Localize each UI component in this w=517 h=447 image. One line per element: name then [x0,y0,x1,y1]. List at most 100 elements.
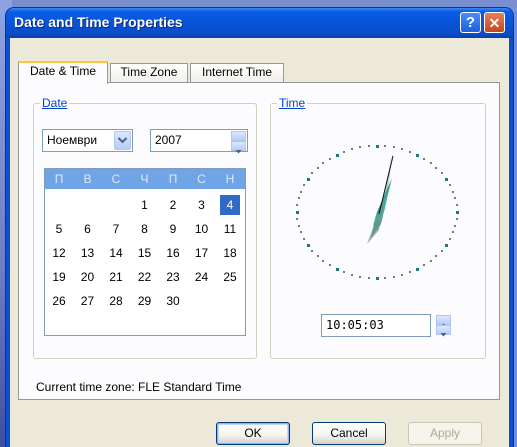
clock-minute-mark [455,204,458,207]
clock-hour-mark [306,244,310,247]
title-bar[interactable]: Date and Time Properties ? ✕ [6,8,513,38]
calendar-weekday-header: ПВСЧПСН [45,169,245,189]
clock-minute-mark [435,166,438,169]
month-dropdown-button[interactable] [114,131,131,150]
clock-minute-mark [302,237,305,240]
year-down-button[interactable] [231,141,246,154]
clock-minute-mark [296,217,299,220]
calendar-day[interactable]: 6 [78,219,98,239]
calendar-grid[interactable]: ПВСЧПСН 1 2 3 4 5 6 7 8 9 10 11 12 13 14 15 16 17 18 19 20 2… [44,168,246,336]
calendar-day[interactable]: 26 [49,291,69,311]
weekday-header: С [111,172,121,186]
calendar-day[interactable]: 5 [49,219,69,239]
time-up-button[interactable] [436,315,451,327]
weekday-header: Ч [140,172,149,186]
arrow-down-icon [235,150,242,154]
analog-clock [293,142,461,282]
calendar-day[interactable]: 21 [106,267,126,287]
calendar-day[interactable]: 17 [192,243,212,263]
time-down-button[interactable] [436,325,451,337]
ok-button[interactable]: OK [216,422,290,445]
clock-hour-mark [416,268,419,272]
calendar-day[interactable]: 23 [163,267,183,287]
date-group-label: Date [40,96,70,110]
arrow-down-icon [440,333,447,337]
clock-minute-mark [455,217,458,220]
calendar-day[interactable]: 27 [78,291,98,311]
month-value: Ноември [47,133,98,147]
clock-minute-mark [316,255,319,258]
clock-minute-mark [297,197,300,200]
calendar-day[interactable]: 28 [106,291,126,311]
clock-minute-mark [316,166,319,169]
calendar-day[interactable]: 15 [135,243,155,263]
clock-minute-mark [367,145,370,148]
clock-hour-mark [445,244,449,247]
clock-hour-mark [445,178,449,181]
clock-minute-mark [440,249,443,252]
calendar-day[interactable]: 24 [192,267,212,287]
clock-minute-mark [452,231,455,234]
clock-hour-mark [376,145,379,148]
clock-minute-mark [408,150,411,153]
calendar-day[interactable]: 20 [78,267,98,287]
help-button[interactable]: ? [460,12,481,33]
current-timezone-label: Current time zone: FLE Standard Time [36,380,242,394]
date-group: Date Ноември 2007 П В С Ч П С Н 1 2 3 4 … [33,96,257,359]
clock-minute-mark [408,271,411,274]
year-stepper[interactable]: 2007 [150,129,248,154]
time-input[interactable]: 10:05:03 [321,314,431,337]
clock-minute-mark [435,255,438,258]
tab-time-zone[interactable]: Time Zone [110,63,188,82]
calendar-day[interactable]: 1 [135,195,155,215]
tab-date-time[interactable]: Date & Time [18,61,108,84]
calendar-day[interactable]: 7 [106,219,126,239]
calendar-day[interactable]: 22 [135,267,155,287]
year-up-button[interactable] [231,131,246,144]
weekday-header: П [54,172,64,186]
calendar-day[interactable]: 13 [78,243,98,263]
calendar-day[interactable]: 18 [220,243,240,263]
calendar-day[interactable]: 9 [163,219,183,239]
clock-minute-mark [322,161,325,164]
clock-minute-mark [351,148,354,151]
clock-minute-mark [454,224,457,227]
calendar-day[interactable]: 8 [135,219,155,239]
time-group: Time 10:05:03 [270,96,486,359]
clock-minute-mark [440,172,443,175]
calendar-day[interactable]: 16 [163,243,183,263]
clock-minute-mark [296,204,299,207]
clock-minute-mark [297,224,300,227]
calendar-day[interactable]: 14 [106,243,126,263]
calendar-day[interactable]: 25 [220,267,240,287]
cancel-button[interactable]: Cancel [312,422,386,445]
calendar-day[interactable]: 3 [192,195,212,215]
weekday-header: С [197,172,206,186]
clock-hour-mark [416,153,419,157]
clock-minute-mark [384,276,387,279]
calendar-day[interactable]: 19 [49,267,69,287]
clock-minute-mark [423,157,426,160]
time-stepper[interactable] [435,314,452,337]
month-dropdown[interactable]: Ноември [42,129,133,152]
tab-internet-time[interactable]: Internet Time [190,63,284,82]
clock-minute-mark [359,275,362,278]
clock-minute-mark [454,197,457,200]
clock-minute-mark [449,184,452,187]
dialog-body: Date & Time Time Zone Internet Time Date… [10,38,509,447]
calendar-day[interactable]: 10 [192,219,212,239]
calendar-day-selected[interactable]: 4 [220,195,240,215]
calendar-day[interactable]: 12 [49,243,69,263]
clock-minute-mark [351,273,354,276]
calendar-day[interactable]: 2 [163,195,183,215]
calendar-day[interactable]: 29 [135,291,155,311]
clock-minute-mark [384,145,387,148]
clock-minute-mark [299,190,302,193]
apply-button[interactable]: Apply [408,422,482,445]
clock-minute-mark [429,161,432,164]
clock-minute-mark [299,231,302,234]
calendar-day[interactable]: 30 [163,291,183,311]
close-button[interactable]: ✕ [484,12,505,33]
calendar-day[interactable]: 11 [220,219,240,239]
clock-minute-mark [400,148,403,151]
